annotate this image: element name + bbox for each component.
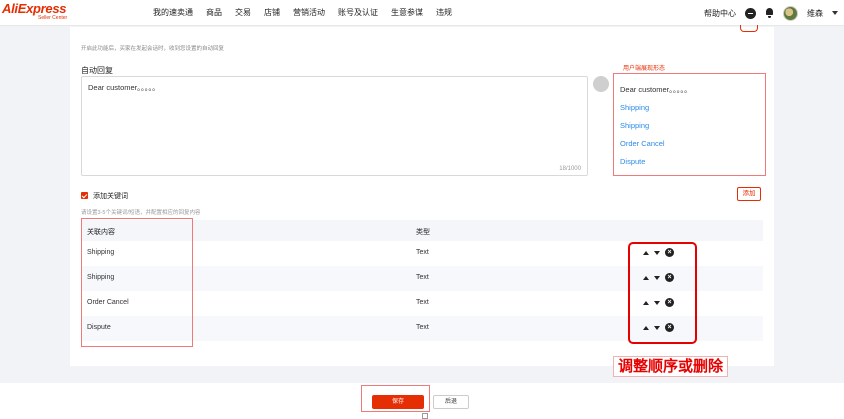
message-icon[interactable] xyxy=(745,7,756,19)
nav-item-account[interactable]: 账号及认证 xyxy=(338,7,378,19)
add-keyword-label: 添加关键词 xyxy=(93,193,128,200)
keyword-hint: 请设置3-5个关键词/短语，并配置相应的回复内容 xyxy=(81,210,201,216)
header-right: 帮助中心 维森 xyxy=(704,5,838,21)
preview-title: 用户端展现形态 xyxy=(623,66,666,72)
logo-brand: AliExpress xyxy=(2,1,67,16)
row-type: Text xyxy=(416,274,429,281)
main-nav: 我的速卖通 商品 交易 店铺 营销活动 账号及认证 生意参谋 违规 xyxy=(153,7,452,19)
preview-link-order-cancel[interactable]: Order Cancel xyxy=(620,139,665,148)
row-type: Text xyxy=(416,249,429,256)
save-button[interactable]: 保存 xyxy=(372,395,424,409)
feature-toggle[interactable] xyxy=(740,25,758,32)
row-type: Text xyxy=(416,299,429,306)
content-column-highlight xyxy=(81,218,193,347)
preview-link-dispute[interactable]: Dispute xyxy=(620,157,645,166)
aliexpress-logo[interactable]: AliExpress Seller Center xyxy=(2,2,68,24)
back-button[interactable]: 后退 xyxy=(433,395,469,409)
user-name[interactable]: 维森 xyxy=(807,8,823,19)
chevron-down-icon[interactable] xyxy=(832,11,838,15)
avatar[interactable] xyxy=(783,5,798,21)
add-keyword-checkbox[interactable] xyxy=(81,192,88,199)
nav-item-business-advisor[interactable]: 生意参谋 xyxy=(391,7,423,19)
preview-box: Dear customer。。。。。 Shipping Shipping Ord… xyxy=(613,73,766,176)
nav-item-products[interactable]: 商品 xyxy=(206,7,222,19)
top-nav-bar: AliExpress Seller Center 我的速卖通 商品 交易 店铺 … xyxy=(0,0,844,26)
logo-sub: Seller Center xyxy=(38,15,68,21)
scroll-handle[interactable] xyxy=(422,413,428,419)
preview-link-shipping-2[interactable]: Shipping xyxy=(620,121,649,130)
nav-item-marketing[interactable]: 营销活动 xyxy=(293,7,325,19)
annotation-callout: 调整顺序或删除 xyxy=(613,356,729,377)
nav-item-store[interactable]: 店铺 xyxy=(264,7,280,19)
preview-greeting: Dear customer。。。。。 xyxy=(620,85,692,94)
add-button[interactable]: 添加 xyxy=(737,187,761,201)
nav-item-orders[interactable]: 交易 xyxy=(235,7,251,19)
auto-reply-textarea[interactable]: Dear customer。。。。。 18/1000 xyxy=(81,76,588,176)
preview-avatar-icon xyxy=(593,76,609,92)
bell-icon[interactable] xyxy=(765,8,774,18)
char-counter: 18/1000 xyxy=(559,166,581,172)
feature-tip: 开启此功能后，买家在发起会话时，收到您设置的自动回复 xyxy=(81,46,225,52)
auto-reply-label: 自动回复 xyxy=(81,66,113,75)
column-type: 类型 xyxy=(416,229,430,236)
nav-item-violations[interactable]: 违规 xyxy=(436,7,452,19)
preview-link-shipping[interactable]: Shipping xyxy=(620,103,649,112)
help-center-link[interactable]: 帮助中心 xyxy=(704,8,736,19)
actions-highlight xyxy=(628,242,697,344)
footer-bar: 保存 后退 xyxy=(0,383,844,419)
nav-item-my-aliexpress[interactable]: 我的速卖通 xyxy=(153,7,193,19)
row-type: Text xyxy=(416,324,429,331)
auto-reply-value: Dear customer。。。。。 xyxy=(88,83,160,92)
